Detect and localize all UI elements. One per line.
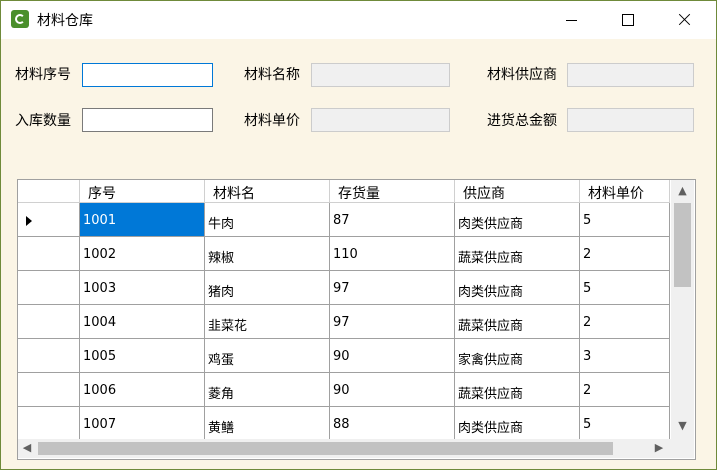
price-label: 材料单价 (244, 113, 300, 129)
price-field[interactable] (311, 108, 450, 132)
cell-price[interactable]: 5 (580, 407, 670, 441)
table-row[interactable]: 1006 菱角 90 蔬菜供应商 2 (18, 373, 670, 407)
cell-supplier[interactable]: 肉类供应商 (455, 271, 580, 305)
window-title: 材料仓库 (37, 13, 93, 29)
cell-stock[interactable]: 90 (330, 339, 455, 373)
quantity-input[interactable] (82, 108, 213, 132)
cell-supplier[interactable]: 家禽供应商 (455, 339, 580, 373)
supplier-field[interactable] (567, 63, 694, 87)
total-label: 进货总金额 (487, 113, 557, 129)
cell-supplier[interactable]: 蔬菜供应商 (455, 373, 580, 407)
cell-price[interactable]: 2 (580, 305, 670, 339)
cell-serial[interactable]: 1004 (80, 305, 205, 339)
scroll-right-icon[interactable]: ▶ (650, 439, 668, 457)
table-row[interactable]: 1005 鸡蛋 90 家禽供应商 3 (18, 339, 670, 373)
cell-name[interactable]: 辣椒 (205, 237, 330, 271)
horizontal-scrollbar[interactable]: ◀ ▶ (18, 439, 671, 458)
cell-name[interactable]: 黄鳝 (205, 407, 330, 441)
cell-serial[interactable]: 1005 (80, 339, 205, 373)
cell-serial[interactable]: 1007 (80, 407, 205, 441)
close-button[interactable] (661, 1, 707, 39)
column-header-stock[interactable]: 存货量 (330, 180, 455, 203)
grid-header: 序号 材料名 存货量 供应商 材料单价 (18, 180, 670, 203)
cell-stock[interactable]: 97 (330, 271, 455, 305)
column-header-supplier[interactable]: 供应商 (455, 180, 580, 203)
table-row[interactable]: 1001 牛肉 87 肉类供应商 5 (18, 203, 670, 237)
current-row-arrow-icon (26, 216, 32, 226)
cell-price[interactable]: 5 (580, 203, 670, 237)
cell-price[interactable]: 2 (580, 373, 670, 407)
table-row[interactable]: 1003 猪肉 97 肉类供应商 5 (18, 271, 670, 305)
cell-serial[interactable]: 1002 (80, 237, 205, 271)
maximize-button[interactable] (604, 1, 650, 39)
column-header-serial[interactable]: 序号 (80, 180, 205, 203)
minimize-button[interactable] (548, 1, 594, 39)
serial-input[interactable] (82, 63, 213, 87)
cell-stock[interactable]: 90 (330, 373, 455, 407)
serial-label: 材料序号 (15, 67, 71, 83)
cell-price[interactable]: 5 (580, 271, 670, 305)
cell-price[interactable]: 2 (580, 237, 670, 271)
cell-stock[interactable]: 110 (330, 237, 455, 271)
cell-supplier[interactable]: 肉类供应商 (455, 407, 580, 441)
table-row[interactable]: 1004 韭菜花 97 蔬菜供应商 2 (18, 305, 670, 339)
scroll-left-icon[interactable]: ◀ (18, 439, 36, 457)
scroll-down-icon[interactable]: ▼ (671, 417, 694, 435)
cell-name[interactable]: 菱角 (205, 373, 330, 407)
scrollbar-corner (671, 439, 694, 458)
cell-stock[interactable]: 88 (330, 407, 455, 441)
cell-supplier[interactable]: 蔬菜供应商 (455, 237, 580, 271)
title-bar[interactable]: 材料仓库 (1, 1, 716, 39)
table-row[interactable]: 1007 黄鳝 88 肉类供应商 5 (18, 407, 670, 441)
row-header[interactable] (18, 407, 80, 441)
material-grid[interactable]: 序号 材料名 存货量 供应商 材料单价 1001 牛肉 87 肉类供应商 5 1002 辣椒… (17, 179, 696, 460)
app-logo-icon (11, 10, 29, 28)
total-field[interactable] (567, 108, 694, 132)
name-label: 材料名称 (244, 67, 300, 83)
vertical-scroll-thumb[interactable] (674, 203, 691, 287)
cell-name[interactable]: 鸡蛋 (205, 339, 330, 373)
table-row[interactable]: 1002 辣椒 110 蔬菜供应商 2 (18, 237, 670, 271)
row-header[interactable] (18, 339, 80, 373)
cell-name[interactable]: 韭菜花 (205, 305, 330, 339)
supplier-label: 材料供应商 (487, 67, 557, 83)
quantity-label: 入库数量 (15, 113, 71, 129)
cell-stock[interactable]: 87 (330, 203, 455, 237)
column-header-price[interactable]: 材料单价 (580, 180, 670, 203)
column-header-name[interactable]: 材料名 (205, 180, 330, 203)
cell-supplier[interactable]: 蔬菜供应商 (455, 305, 580, 339)
row-header[interactable] (18, 373, 80, 407)
row-header-corner[interactable] (18, 180, 80, 203)
row-header[interactable] (18, 305, 80, 339)
horizontal-scroll-thumb[interactable] (38, 442, 613, 455)
name-field[interactable] (311, 63, 450, 87)
vertical-scrollbar[interactable]: ▲ ▼ (671, 180, 694, 439)
cell-serial[interactable]: 1001 (80, 203, 205, 237)
main-window: 材料仓库 材料序号 材料名称 材料供应商 入库数量 材料单价 进货总金额 序号 … (0, 0, 717, 470)
scroll-up-icon[interactable]: ▲ (671, 182, 694, 200)
row-header[interactable] (18, 271, 80, 305)
row-header[interactable] (18, 203, 80, 237)
cell-serial[interactable]: 1006 (80, 373, 205, 407)
row-header[interactable] (18, 237, 80, 271)
cell-name[interactable]: 猪肉 (205, 271, 330, 305)
cell-supplier[interactable]: 肉类供应商 (455, 203, 580, 237)
cell-stock[interactable]: 97 (330, 305, 455, 339)
cell-serial[interactable]: 1003 (80, 271, 205, 305)
cell-name[interactable]: 牛肉 (205, 203, 330, 237)
cell-price[interactable]: 3 (580, 339, 670, 373)
